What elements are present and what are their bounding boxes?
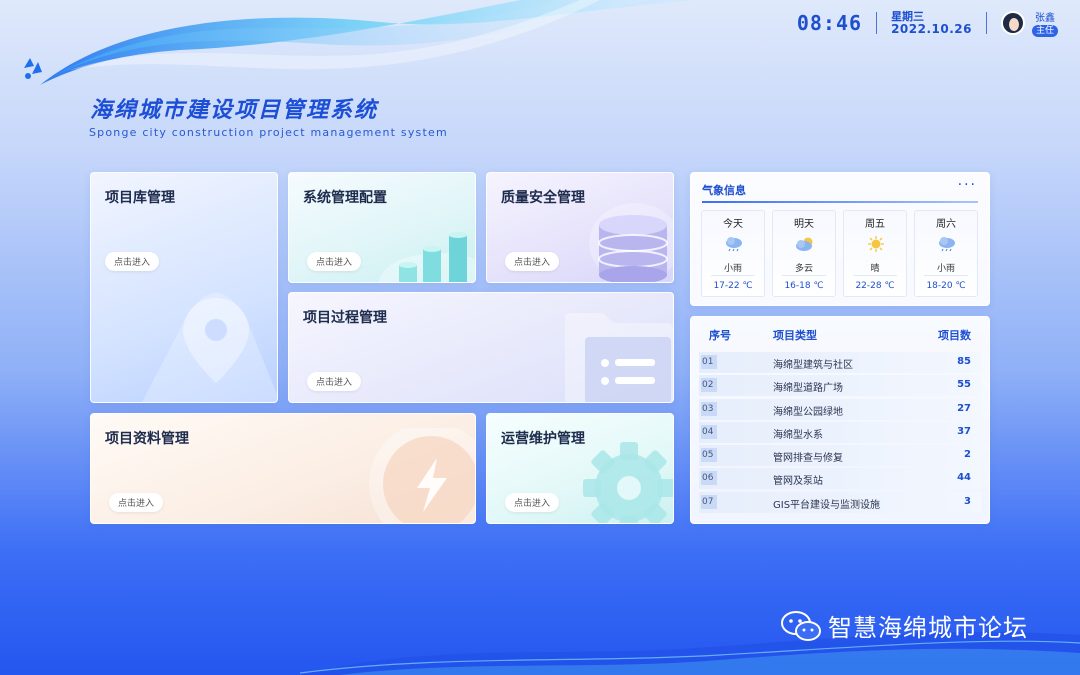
weather-condition: 多云 — [794, 264, 813, 274]
row-count: 27 — [957, 402, 971, 414]
project-type-table: 序号 项目类型 项目数 01 海绵型建筑与社区 85 02 海绵型道路广场 55… — [690, 316, 990, 524]
user-profile[interactable]: 张鑫 主任 — [1000, 9, 1058, 37]
row-type: 海绵型道路广场 — [773, 383, 843, 395]
row-count: 2 — [964, 449, 971, 461]
row-number: 06 — [701, 471, 717, 486]
card-project-library[interactable]: 项目库管理 点击进入 — [90, 172, 278, 403]
page-title: 海绵城市建设项目管理系统 — [90, 98, 379, 123]
row-type: 海绵型水系 — [773, 429, 823, 441]
row-number: 02 — [701, 378, 717, 393]
row-count: 3 — [964, 495, 971, 507]
table-body: 01 海绵型建筑与社区 85 02 海绵型道路广场 55 03 海绵型公园绿地 … — [699, 352, 981, 515]
clock: 08:46 — [796, 11, 863, 35]
lightning-icon — [369, 428, 475, 523]
table-row[interactable]: 01 海绵型建筑与社区 85 — [699, 352, 981, 373]
card-title: 运营维护管理 — [501, 431, 585, 447]
weather-day-friday: 周五 晴 22-28 ℃ — [843, 210, 907, 297]
column-header-no: 序号 — [709, 329, 731, 342]
card-title: 项目库管理 — [105, 190, 175, 206]
rain-icon — [726, 237, 742, 252]
watermark-text: 智慧海绵城市论坛 — [828, 614, 1028, 642]
enter-button[interactable]: 点击进入 — [307, 372, 362, 391]
date-display: 星期三 2022.10.26 — [891, 10, 972, 36]
card-project-process[interactable]: 项目过程管理 点击进入 — [288, 292, 674, 403]
weather-condition: 小雨 — [936, 264, 955, 274]
divider — [702, 201, 978, 203]
weather-day-today: 今天 小雨 17-22 ℃ — [701, 210, 765, 297]
table-row[interactable]: 05 管网排查与修复 2 — [699, 445, 981, 467]
row-number: 04 — [701, 424, 717, 439]
header-status-bar: 08:46 星期三 2022.10.26 张鑫 主任 — [797, 8, 1058, 38]
weather-condition: 晴 — [870, 264, 880, 274]
temperature-range: 17-22 ℃ — [713, 281, 753, 291]
table-row[interactable]: 07 GIS平台建设与监测设施 3 — [699, 491, 981, 513]
table-row[interactable]: 03 海绵型公园绿地 27 — [699, 398, 981, 420]
day-name: 今天 — [723, 219, 743, 230]
enter-button[interactable]: 点击进入 — [505, 493, 560, 512]
table-row[interactable]: 02 海绵型道路广场 55 — [699, 375, 981, 397]
user-role-badge: 主任 — [1031, 25, 1058, 37]
database-icon — [589, 203, 673, 282]
enter-button[interactable]: 点击进入 — [505, 252, 560, 271]
card-operation-maintenance[interactable]: 运营维护管理 点击进入 — [486, 413, 674, 524]
enter-button[interactable]: 点击进入 — [105, 252, 160, 271]
row-count: 85 — [957, 356, 971, 367]
gear-icon — [583, 442, 673, 523]
row-type: 管网排查与修复 — [773, 453, 843, 465]
table-row[interactable]: 04 海绵型水系 37 — [699, 421, 981, 443]
day-name: 明天 — [794, 219, 814, 230]
card-title: 系统管理配置 — [303, 190, 387, 206]
day-name: 周五 — [865, 219, 885, 230]
more-icon[interactable]: ··· — [958, 177, 977, 193]
temperature-range: 22-28 ℃ — [855, 281, 895, 291]
date: 2022.10.26 — [891, 22, 972, 36]
weather-title: 气象信息 — [702, 184, 746, 197]
card-project-documents[interactable]: 项目资料管理 点击进入 — [90, 413, 476, 524]
row-count: 44 — [957, 472, 971, 484]
user-name: 张鑫 — [1034, 13, 1055, 24]
column-header-count: 项目数 — [938, 329, 971, 342]
weather-day-tomorrow: 明天 多云 16-18 ℃ — [772, 210, 836, 297]
row-type: 海绵型建筑与社区 — [773, 360, 853, 371]
row-count: 55 — [957, 379, 971, 391]
row-number: 05 — [701, 448, 717, 463]
row-type: 管网及泵站 — [773, 476, 823, 488]
wechat-icon — [781, 610, 821, 641]
temperature-range: 16-18 ℃ — [784, 281, 824, 291]
day-name: 周六 — [936, 219, 956, 230]
card-title: 质量安全管理 — [501, 190, 585, 206]
enter-button[interactable]: 点击进入 — [307, 252, 362, 271]
temperature-range: 18-20 ℃ — [926, 281, 966, 291]
weather-condition: 小雨 — [723, 264, 742, 274]
rain-icon — [939, 237, 955, 252]
weather-forecast: 今天 小雨 17-22 ℃ 明天 多云 16-18 ℃ 周五 晴 22-28 ℃… — [701, 210, 978, 297]
row-type: 海绵型公园绿地 — [773, 406, 843, 418]
row-number: 07 — [701, 494, 717, 509]
folder-icon — [565, 313, 673, 402]
watermark: 智慧海绵城市论坛 — [780, 608, 1028, 643]
bar-chart-icon — [379, 232, 475, 282]
partly-cloudy-icon — [796, 237, 813, 251]
row-type: GIS平台建设与监测设施 — [773, 499, 881, 511]
card-system-config[interactable]: 系统管理配置 点击进入 — [288, 172, 476, 283]
location-pin-icon — [142, 293, 277, 402]
divider — [985, 12, 987, 34]
weather-panel: 气象信息 ··· 今天 小雨 17-22 ℃ 明天 多云 16-18 ℃ 周五 — [690, 172, 990, 306]
enter-button[interactable]: 点击进入 — [109, 493, 164, 512]
row-number: 01 — [701, 355, 717, 369]
divider — [876, 12, 878, 34]
weather-day-saturday: 周六 小雨 18-20 ℃ — [914, 210, 978, 297]
avatar[interactable] — [1000, 11, 1025, 35]
row-count: 37 — [957, 425, 971, 437]
table-row[interactable]: 06 管网及泵站 44 — [699, 468, 981, 490]
card-title: 项目资料管理 — [105, 431, 189, 447]
card-title: 项目过程管理 — [303, 310, 387, 326]
sun-icon — [868, 236, 884, 252]
column-header-type: 项目类型 — [773, 329, 817, 342]
card-quality-safety[interactable]: 质量安全管理 点击进入 — [486, 172, 674, 283]
page-subtitle: Sponge city construction project managem… — [89, 126, 448, 139]
row-number: 03 — [701, 401, 717, 416]
